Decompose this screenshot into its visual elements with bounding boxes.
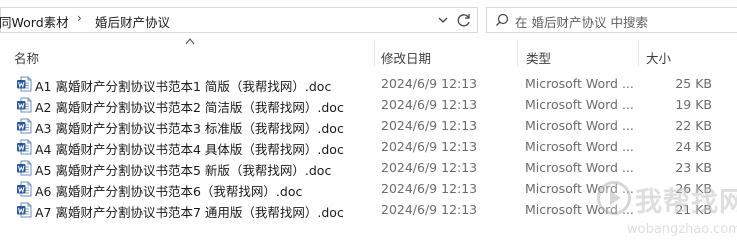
column-divider[interactable] (638, 40, 639, 66)
word-doc-icon (17, 160, 32, 176)
breadcrumb-parent[interactable]: 同Word素材 (0, 12, 69, 31)
file-name[interactable]: A3 离婚财产分割协议书范本3 标准版（我帮找网）.doc (35, 118, 344, 137)
word-doc-icon (17, 181, 32, 197)
file-row[interactable]: A1 离婚财产分割协议书范本1 简版（我帮找网）.doc 2024/6/9 12:… (0, 74, 737, 95)
file-name[interactable]: A7 离婚财产分割协议书范本7 通用版（我帮找网）.doc (35, 202, 344, 221)
file-type: Microsoft Word ... (525, 118, 634, 133)
file-name[interactable]: A4 离婚财产分割协议书范本4 具体版（我帮找网）.doc (35, 139, 344, 158)
column-header-type[interactable]: 类型 (526, 48, 551, 67)
watermark-title: 我帮找网 (635, 187, 737, 218)
search-box[interactable]: 在 婚后财产协议 中搜索 (486, 7, 737, 33)
file-row[interactable]: A5 离婚财产分割协议书范本5 新版（我帮找网）.doc 2024/6/9 12:… (0, 158, 737, 179)
file-size: 23 KB (675, 160, 712, 175)
file-row[interactable]: A2 离婚财产分割协议书范本2 简洁版（我帮找网）.doc 2024/6/9 12… (0, 95, 737, 116)
file-row[interactable]: A4 离婚财产分割协议书范本4 具体版（我帮找网）.doc 2024/6/9 12… (0, 137, 737, 158)
column-header-size[interactable]: 大小 (646, 48, 671, 67)
file-name[interactable]: A5 离婚财产分割协议书范本5 新版（我帮找网）.doc (35, 160, 331, 179)
play-logo-icon (597, 181, 631, 215)
file-date: 2024/6/9 12:13 (381, 76, 478, 91)
column-divider[interactable] (517, 40, 518, 66)
word-doc-icon (17, 97, 32, 113)
column-header-date[interactable]: 修改日期 (381, 48, 431, 67)
word-doc-icon (17, 118, 32, 134)
address-bar[interactable]: 同Word素材 › 婚后财产协议 (0, 7, 478, 33)
file-name[interactable]: A6 离婚财产分割协议书范本6（我帮找网）.doc (35, 181, 302, 200)
breadcrumb-separator-icon[interactable]: › (77, 11, 82, 25)
file-size: 19 KB (675, 97, 712, 112)
file-name[interactable]: A2 离婚财产分割协议书范本2 简洁版（我帮找网）.doc (35, 97, 344, 116)
file-date: 2024/6/9 12:13 (381, 97, 478, 112)
file-date: 2024/6/9 12:13 (381, 139, 478, 154)
breadcrumb-current[interactable]: 婚后财产协议 (95, 12, 170, 31)
file-size: 24 KB (675, 139, 712, 154)
refresh-icon[interactable] (454, 11, 474, 29)
chevron-down-icon[interactable] (436, 13, 450, 27)
file-type: Microsoft Word ... (525, 76, 634, 91)
word-doc-icon (17, 139, 32, 155)
word-doc-icon (17, 202, 32, 218)
column-header-name[interactable]: 名称 (14, 48, 39, 67)
file-size: 25 KB (675, 76, 712, 91)
file-date: 2024/6/9 12:13 (381, 160, 478, 175)
file-type: Microsoft Word ... (525, 139, 634, 154)
sort-caret-icon (185, 38, 195, 45)
file-date: 2024/6/9 12:13 (381, 181, 478, 196)
file-type: Microsoft Word ... (525, 160, 634, 175)
search-input[interactable]: 在 婚后财产协议 中搜索 (515, 12, 648, 31)
file-type: Microsoft Word ... (525, 97, 634, 112)
watermark-logo: 我帮找网 wobangzhao.com (597, 178, 737, 246)
search-icon (496, 13, 509, 26)
file-name[interactable]: A1 离婚财产分割协议书范本1 简版（我帮找网）.doc (35, 76, 331, 95)
file-date: 2024/6/9 12:13 (381, 202, 478, 217)
file-row[interactable]: A3 离婚财产分割协议书范本3 标准版（我帮找网）.doc 2024/6/9 12… (0, 116, 737, 137)
word-doc-icon (17, 76, 32, 92)
column-divider[interactable] (374, 40, 375, 66)
file-date: 2024/6/9 12:13 (381, 118, 478, 133)
file-size: 22 KB (675, 118, 712, 133)
watermark-url: wobangzhao.com (627, 222, 737, 237)
